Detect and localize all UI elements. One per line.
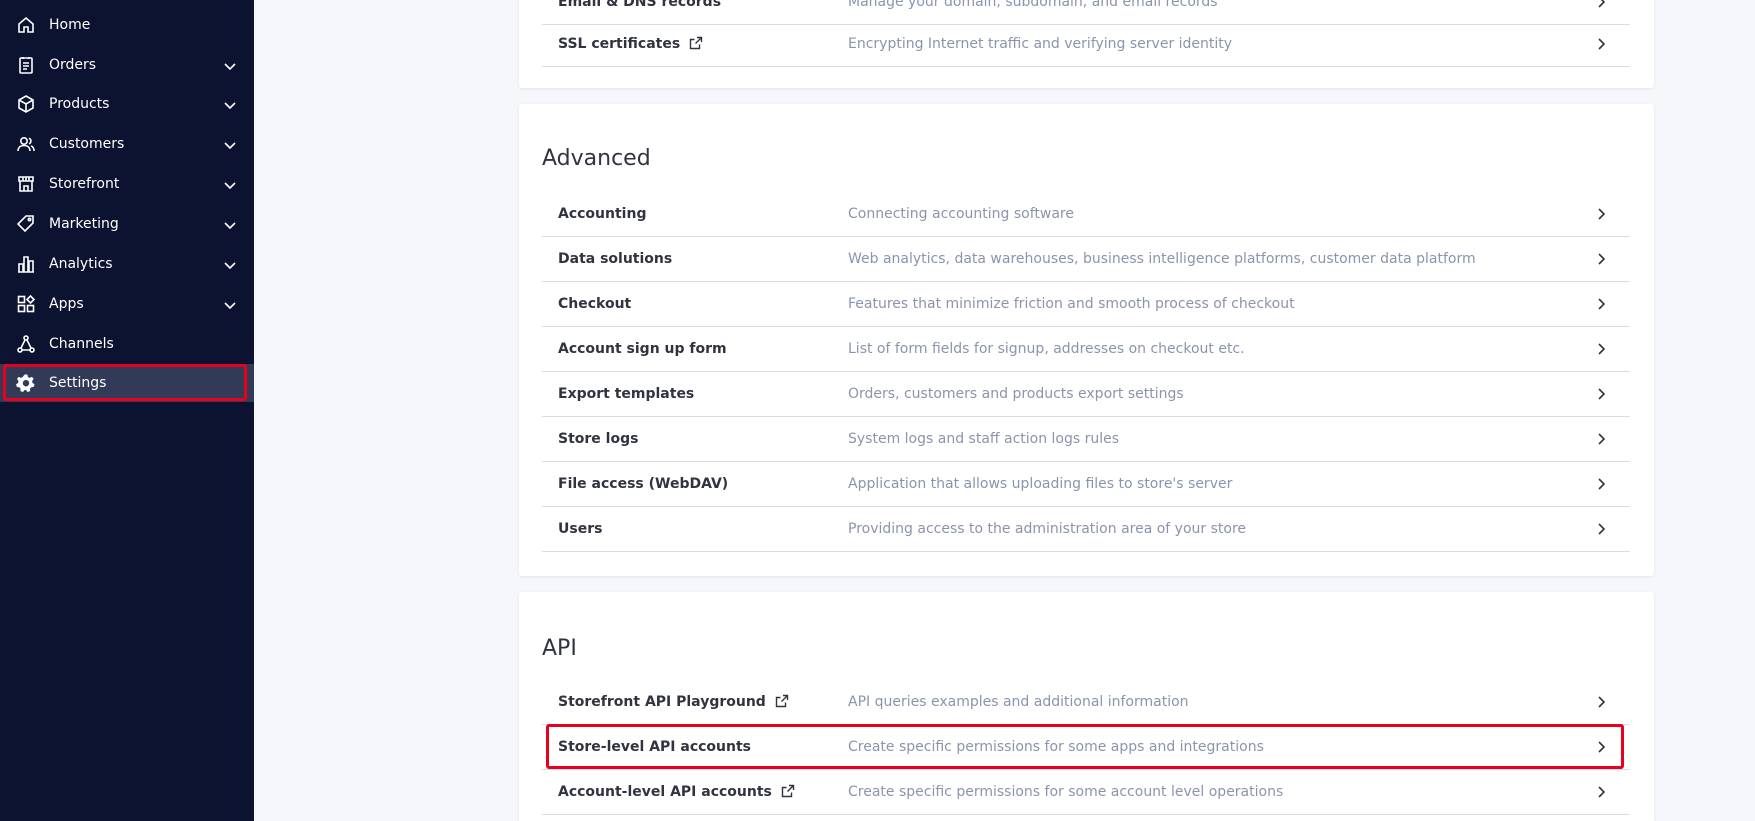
chevron-down-icon[interactable] xyxy=(222,58,238,74)
chevron-right-icon xyxy=(1598,478,1606,490)
settings-row-file-access-webdav[interactable]: File access (WebDAV) Application that al… xyxy=(542,462,1630,507)
settings-row-accounting[interactable]: Accounting Connecting accounting softwar… xyxy=(542,192,1630,237)
row-title: Storefront API Playground xyxy=(558,680,789,725)
home-icon xyxy=(18,16,34,33)
chevron-down-icon[interactable] xyxy=(222,97,238,113)
chevron-down-icon[interactable] xyxy=(222,297,238,313)
row-title: SSL certificates xyxy=(558,22,703,67)
sidebar-item-label: Apps xyxy=(49,296,84,312)
products-icon xyxy=(18,95,34,113)
card-domains: Email & DNS records Manage your domain, … xyxy=(519,0,1654,88)
sidebar-item-channels[interactable]: Channels xyxy=(0,325,254,363)
row-description: API queries examples and additional info… xyxy=(848,694,1189,710)
orders-icon xyxy=(19,57,33,74)
section-title: Advanced xyxy=(542,146,651,171)
row-description: Orders, customers and products export se… xyxy=(848,386,1184,402)
row-title: Account-level API accounts xyxy=(558,770,795,815)
row-title: Store-level API accounts xyxy=(558,739,751,755)
settings-row-storefront-api-playground[interactable]: Storefront API Playground API queries ex… xyxy=(542,680,1630,725)
sidebar-item-marketing[interactable]: Marketing xyxy=(0,205,254,243)
row-title: Accounting xyxy=(558,206,647,222)
marketing-icon xyxy=(16,215,34,233)
sidebar-item-analytics[interactable]: Analytics xyxy=(0,245,254,283)
settings-row-export-templates[interactable]: Export templates Orders, customers and p… xyxy=(542,372,1630,417)
sidebar-item-label: Analytics xyxy=(49,256,113,272)
row-description: Web analytics, data warehouses, business… xyxy=(848,251,1476,267)
card-api: API Storefront API Playground API querie… xyxy=(519,592,1654,821)
storefront-icon xyxy=(18,176,34,192)
chevron-right-icon xyxy=(1598,298,1606,310)
settings-row-account-signup-form[interactable]: Account sign up form List of form fields… xyxy=(542,327,1630,372)
chevron-right-icon xyxy=(1598,253,1606,265)
settings-row-users[interactable]: Users Providing access to the administra… xyxy=(542,507,1630,552)
sidebar: Home Orders Products Customers Storefron… xyxy=(0,0,254,821)
row-description: Application that allows uploading files … xyxy=(848,476,1233,492)
sidebar-item-storefront[interactable]: Storefront xyxy=(0,165,254,203)
chevron-right-icon xyxy=(1598,786,1606,798)
settings-row-ssl-certificates[interactable]: SSL certificates Encrypting Internet tra… xyxy=(542,22,1630,67)
settings-row-data-solutions[interactable]: Data solutions Web analytics, data wareh… xyxy=(542,237,1630,282)
sidebar-item-customers[interactable]: Customers xyxy=(0,125,254,163)
sidebar-item-label: Products xyxy=(49,96,110,112)
external-link-icon xyxy=(689,36,703,50)
chevron-down-icon[interactable] xyxy=(222,217,238,233)
settings-row-store-logs[interactable]: Store logs System logs and staff action … xyxy=(542,417,1630,462)
chevron-down-icon[interactable] xyxy=(222,257,238,273)
customers-icon xyxy=(17,136,35,152)
sidebar-item-label: Channels xyxy=(49,336,114,352)
chevron-right-icon xyxy=(1598,38,1606,50)
sidebar-item-home[interactable]: Home xyxy=(0,6,254,44)
row-title: Data solutions xyxy=(558,251,673,267)
settings-row-account-level-api-accounts[interactable]: Account-level API accounts Create specif… xyxy=(542,770,1630,815)
chevron-right-icon xyxy=(1598,741,1606,753)
row-description: Providing access to the administration a… xyxy=(848,521,1247,537)
chevron-right-icon xyxy=(1598,696,1606,708)
chevron-down-icon[interactable] xyxy=(222,137,238,153)
row-title: Export templates xyxy=(558,386,695,402)
sidebar-item-label: Settings xyxy=(49,375,107,391)
chevron-down-icon[interactable] xyxy=(222,177,238,193)
chevron-right-icon xyxy=(1598,343,1606,355)
row-description: Features that minimize friction and smoo… xyxy=(848,296,1295,312)
channels-icon xyxy=(17,335,35,353)
settings-row-checkout[interactable]: Checkout Features that minimize friction… xyxy=(542,282,1630,327)
row-description: Create specific permissions for some app… xyxy=(848,739,1264,755)
sidebar-item-apps[interactable]: Apps xyxy=(0,285,254,323)
row-title: Checkout xyxy=(558,296,632,312)
sidebar-item-orders[interactable]: Orders xyxy=(0,46,254,84)
row-description: Encrypting Internet traffic and verifyin… xyxy=(848,36,1233,52)
external-link-icon xyxy=(781,784,795,798)
sidebar-item-label: Home xyxy=(49,17,91,33)
sidebar-item-settings[interactable]: Settings xyxy=(0,364,254,402)
chevron-right-icon xyxy=(1598,433,1606,445)
external-link-icon xyxy=(775,694,789,708)
row-title: File access (WebDAV) xyxy=(558,476,729,492)
card-advanced: Advanced Accounting Connecting accountin… xyxy=(519,104,1654,576)
sidebar-item-label: Orders xyxy=(49,57,97,73)
apps-icon xyxy=(17,294,36,313)
chevron-right-icon xyxy=(1598,388,1606,400)
sidebar-item-label: Storefront xyxy=(49,176,120,192)
sidebar-item-label: Marketing xyxy=(49,216,119,232)
sidebar-item-products[interactable]: Products xyxy=(0,85,254,123)
chevron-right-icon xyxy=(1598,208,1606,220)
section-title: API xyxy=(542,636,577,661)
chevron-right-icon xyxy=(1598,0,1606,8)
sidebar-item-label: Customers xyxy=(49,136,125,152)
row-description: List of form fields for signup, addresse… xyxy=(848,341,1245,357)
row-title: Account sign up form xyxy=(558,341,727,357)
row-description: Connecting accounting software xyxy=(848,206,1074,222)
analytics-icon xyxy=(18,256,34,273)
chevron-right-icon xyxy=(1598,523,1606,535)
gear-icon xyxy=(16,374,35,392)
row-title: Store logs xyxy=(558,431,639,447)
row-title: Users xyxy=(558,521,603,537)
row-description: System logs and staff action logs rules xyxy=(848,431,1120,447)
row-description: Create specific permissions for some acc… xyxy=(848,784,1284,800)
settings-row-store-level-api-accounts[interactable]: Store-level API accounts Create specific… xyxy=(542,725,1630,770)
